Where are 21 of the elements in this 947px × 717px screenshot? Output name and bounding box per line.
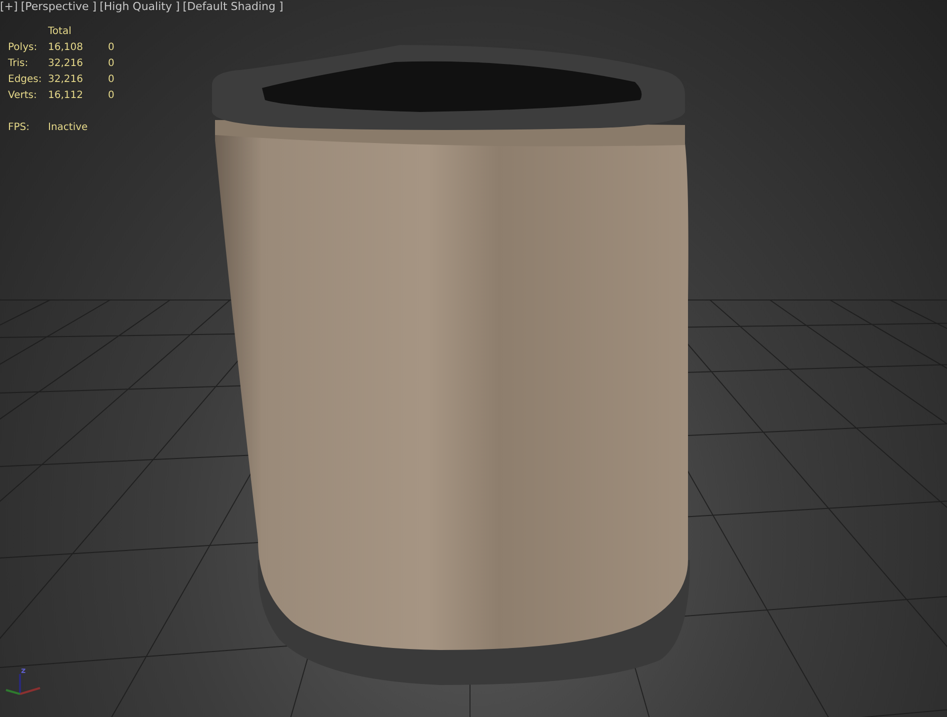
fps-value: Inactive: [48, 121, 89, 135]
viewport-menu-label[interactable]: [Perspective ]: [20, 0, 97, 13]
stats-header: Total: [48, 25, 72, 39]
stat-label: Verts:: [8, 89, 38, 103]
stat-selected: 0: [108, 41, 116, 55]
stat-label: Polys:: [8, 41, 38, 55]
stat-selected: 0: [108, 57, 116, 71]
viewport-menu-label[interactable]: [Default Shading ]: [182, 0, 284, 13]
3d-viewport[interactable]: [+] [Perspective ] [High Quality ] [Default Shading ] Total Polys: 16,108 0 Tris: 32,216 0 Edges: 32,216 0 Verts: 16,112 0 FPS: Inactive z: [0, 0, 947, 717]
stat-label: Tris:: [8, 57, 30, 71]
viewport-menu-label[interactable]: [+]: [0, 0, 18, 13]
stat-total: 32,216: [48, 57, 84, 71]
stat-label: Edges:: [8, 73, 43, 87]
stat-selected: 0: [108, 73, 116, 87]
stat-selected: 0: [108, 89, 116, 103]
z-axis-label: z: [21, 666, 26, 675]
fps-label: FPS:: [8, 121, 30, 135]
stat-total: 16,108: [48, 41, 84, 55]
stat-total: 32,216: [48, 73, 84, 87]
stat-total: 16,112: [48, 89, 84, 103]
viewport-menu-label[interactable]: [High Quality ]: [100, 0, 180, 13]
